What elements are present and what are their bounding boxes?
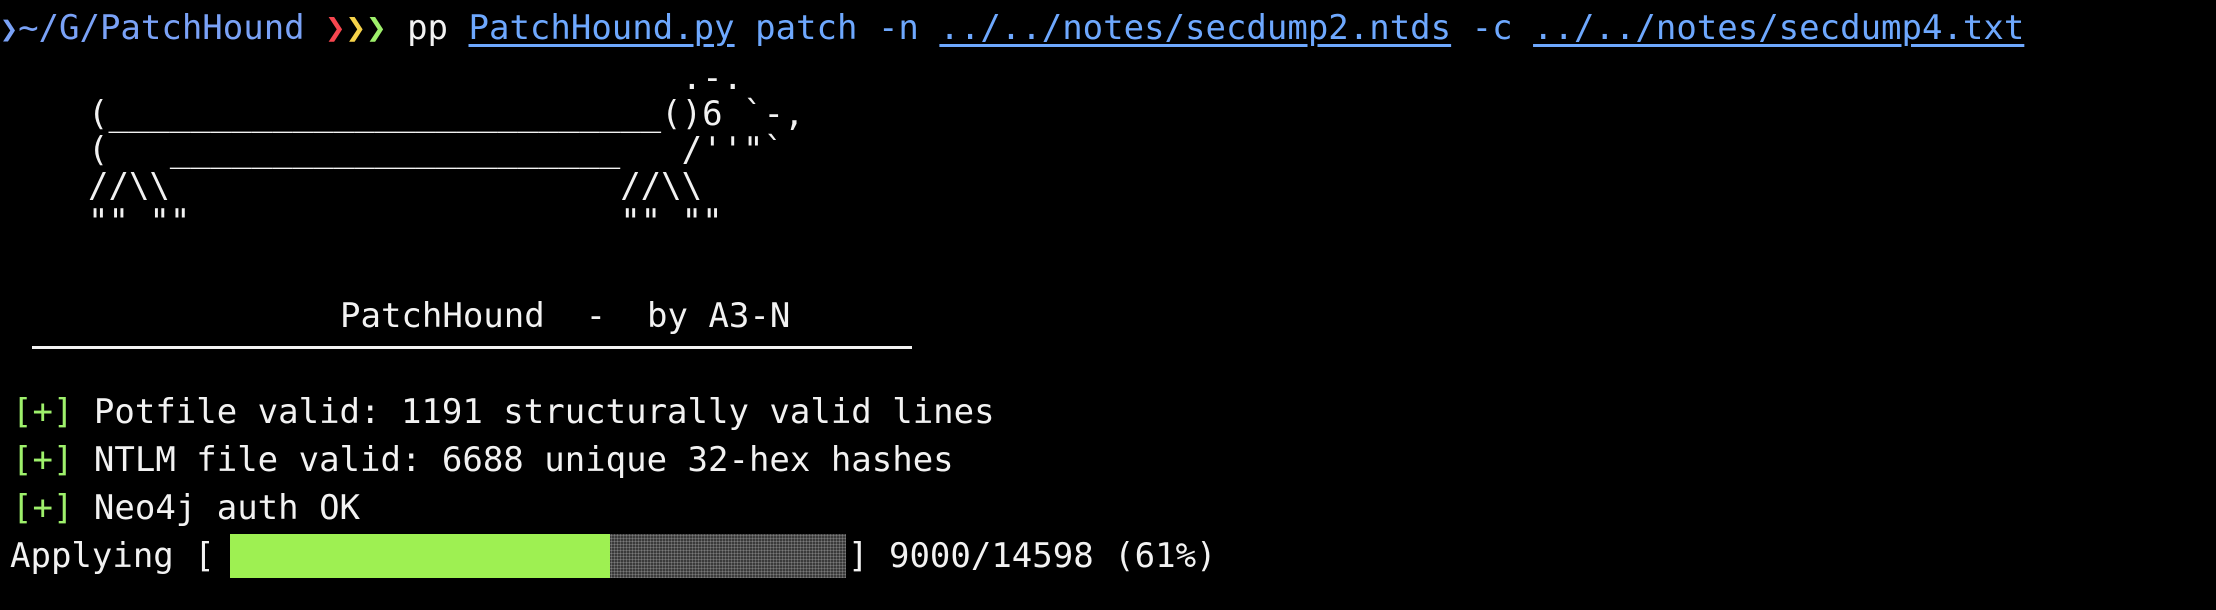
- progress-close-bracket: ]: [848, 536, 869, 576]
- status-text: Potfile valid: 1191 structurally valid l…: [93, 392, 995, 432]
- status-text: NTLM file valid: 6688 unique 32-hex hash…: [93, 440, 954, 480]
- script-file-link[interactable]: PatchHound.py: [469, 8, 735, 48]
- status-tag: [+]: [12, 488, 74, 528]
- prompt-chevron-red-icon: ❯: [325, 8, 346, 48]
- status-tag: [+]: [12, 440, 74, 480]
- status-text: Neo4j auth OK: [93, 488, 361, 528]
- prompt-chevron-green-icon: ❯: [366, 8, 387, 48]
- status-tag: [+]: [12, 392, 74, 432]
- prompt-chevron-yellow-icon: ❯: [345, 8, 367, 48]
- ascii-hound-banner: .-. (___________________________()6 `-, …: [88, 58, 805, 242]
- status-line-ntlm: [+] NTLM file valid: 6688 unique 32-hex …: [12, 436, 954, 484]
- cracked-flag: -c: [1471, 8, 1513, 48]
- progress-bar-fill: [230, 534, 610, 578]
- banner-title: PatchHound - by A3-N: [340, 296, 791, 336]
- subcommand-arg: patch: [755, 8, 858, 48]
- progress-percent: (61%): [1114, 536, 1217, 576]
- status-line-neo4j: [+] Neo4j auth OK: [12, 484, 360, 532]
- progress-bar: [230, 534, 846, 578]
- cracked-path-link[interactable]: ../../notes/secdump4.txt: [1533, 8, 2024, 48]
- progress-counts: 9000/14598: [888, 536, 1094, 576]
- progress-readout: ] 9000/14598 (61%): [848, 532, 1217, 580]
- command-prompt-line: ❯~/G/PatchHound ❯❯❯ pp PatchHound.py pat…: [0, 4, 2024, 52]
- banner-divider: [32, 346, 912, 349]
- progress-label: Applying [: [10, 536, 215, 576]
- prompt-caret-icon: ❯: [0, 12, 19, 47]
- command-name: pp: [407, 8, 449, 48]
- ntds-flag: -n: [877, 8, 919, 48]
- ntds-path-link[interactable]: ../../notes/secdump2.ntds: [939, 8, 1451, 48]
- current-directory: ~/G/PatchHound: [18, 8, 305, 48]
- terminal-window[interactable]: ❯~/G/PatchHound ❯❯❯ pp PatchHound.py pat…: [0, 0, 2216, 610]
- status-line-potfile: [+] Potfile valid: 1191 structurally val…: [12, 388, 995, 436]
